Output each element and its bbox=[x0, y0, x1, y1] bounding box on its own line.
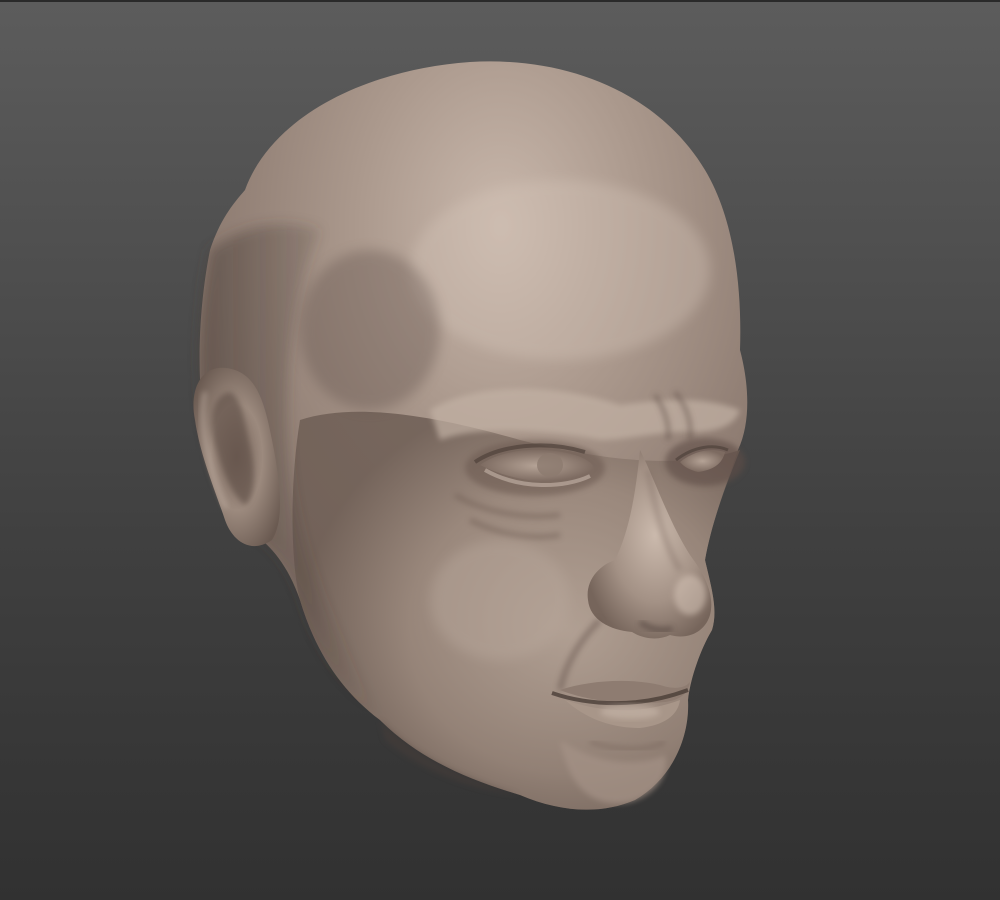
lower-lip-highlight bbox=[600, 705, 660, 719]
right-iris bbox=[537, 453, 563, 477]
sculpt-viewport[interactable] bbox=[0, 0, 1000, 900]
temple-shadow bbox=[300, 250, 440, 410]
forehead-highlight bbox=[410, 180, 710, 360]
nose-tip-highlight bbox=[674, 575, 706, 615]
head-sculpt[interactable] bbox=[0, 0, 1000, 900]
cheek-highlight bbox=[430, 540, 570, 660]
